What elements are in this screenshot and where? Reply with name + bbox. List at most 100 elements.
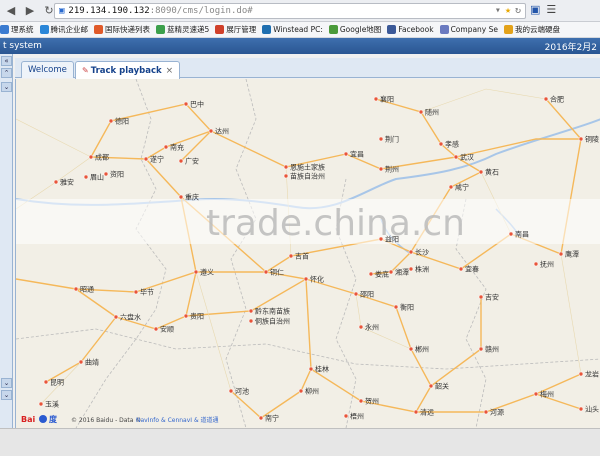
- bookmark-item[interactable]: 蓝精灵速递5: [156, 24, 209, 35]
- bookmark-item[interactable]: Winstead PC:: [262, 25, 323, 34]
- city-marker[interactable]: [418, 109, 424, 115]
- city-marker[interactable]: [133, 289, 139, 295]
- city-marker[interactable]: [483, 409, 489, 415]
- tab-welcome[interactable]: Welcome: [21, 61, 74, 78]
- city-marker[interactable]: [288, 253, 294, 259]
- city-label: 贺州: [365, 397, 379, 406]
- city-marker[interactable]: [283, 173, 289, 179]
- city-marker[interactable]: [478, 169, 484, 175]
- dropdown-icon[interactable]: ▾: [495, 5, 501, 16]
- scroll-up-icon[interactable]: ⌃: [1, 68, 12, 78]
- city-marker[interactable]: [373, 96, 379, 102]
- city-marker[interactable]: [258, 415, 264, 421]
- city-marker[interactable]: [83, 174, 89, 180]
- city-marker[interactable]: [358, 398, 364, 404]
- city-marker[interactable]: [558, 251, 564, 257]
- city-label: 邵阳: [360, 290, 374, 299]
- city-marker[interactable]: [393, 304, 399, 310]
- city-marker[interactable]: [88, 154, 94, 160]
- bookmark-item[interactable]: Company Se: [439, 25, 498, 34]
- city-marker[interactable]: [183, 101, 189, 107]
- map-view[interactable]: 巴中 达州 德阳 南充 成都 遂宁 广安 资阳 眉山 雅安 重庆 恩施土家族 苗族自治州 宜昌 荆门 襄阳 随州…: [15, 79, 600, 428]
- city-marker[interactable]: [413, 409, 419, 415]
- city-marker[interactable]: [358, 324, 364, 330]
- city-marker[interactable]: [408, 266, 414, 272]
- city-label: 柳州: [305, 387, 319, 396]
- bookmark-item[interactable]: 国际快递列表: [94, 24, 150, 35]
- back-icon[interactable]: ◀: [3, 3, 19, 19]
- city-marker[interactable]: [343, 413, 349, 419]
- city-marker[interactable]: [578, 371, 584, 377]
- bookmark-item[interactable]: 我的云端硬盘: [504, 24, 560, 35]
- city-marker[interactable]: [578, 406, 584, 412]
- city-marker[interactable]: [428, 383, 434, 389]
- bookmark-item[interactable]: 展厅管理: [215, 24, 256, 35]
- city-marker[interactable]: [408, 346, 414, 352]
- url-input[interactable]: ▣ 219.134.190.132:8090/cms/login.do# ▾ ★…: [54, 3, 526, 19]
- city-marker[interactable]: [43, 379, 49, 385]
- city-marker[interactable]: [448, 184, 454, 190]
- city-marker[interactable]: [478, 294, 484, 300]
- star-icon[interactable]: ★: [505, 5, 511, 16]
- city-marker[interactable]: [453, 154, 459, 160]
- city-marker[interactable]: [283, 164, 289, 170]
- city-marker[interactable]: [263, 269, 269, 275]
- city-marker[interactable]: [183, 313, 189, 319]
- city-marker[interactable]: [78, 359, 84, 365]
- close-icon[interactable]: ×: [166, 66, 174, 76]
- city-marker[interactable]: [163, 144, 169, 150]
- city-label: 清远: [420, 408, 434, 417]
- bookmark-icon: [0, 25, 9, 34]
- collapse-down-icon-2[interactable]: ⌄: [1, 390, 12, 400]
- refresh-icon[interactable]: ↻: [515, 5, 521, 16]
- city-marker[interactable]: [153, 326, 159, 332]
- expand-panel-icon[interactable]: «: [1, 56, 12, 66]
- city-marker[interactable]: [298, 388, 304, 394]
- city-marker[interactable]: [178, 194, 184, 200]
- city-marker[interactable]: [438, 141, 444, 147]
- settings-icon[interactable]: ☰: [546, 3, 556, 16]
- city-marker[interactable]: [303, 276, 309, 282]
- city-marker[interactable]: [308, 366, 314, 372]
- city-marker[interactable]: [73, 286, 79, 292]
- collapse-down-icon[interactable]: ⌄: [1, 378, 12, 388]
- bookmark-item[interactable]: Facebook: [387, 25, 434, 34]
- bookmark-item[interactable]: 腾讯企业邮: [39, 24, 88, 35]
- city-marker[interactable]: [108, 118, 114, 124]
- bookmark-item[interactable]: Google地图: [328, 24, 381, 35]
- bookmark-item[interactable]: 理系统: [0, 24, 34, 35]
- city-marker[interactable]: [378, 136, 384, 142]
- city-marker[interactable]: [228, 388, 234, 394]
- city-marker[interactable]: [478, 346, 484, 352]
- city-label: 河源: [490, 408, 504, 417]
- city-marker[interactable]: [143, 156, 149, 162]
- city-marker[interactable]: [368, 271, 374, 277]
- city-marker[interactable]: [353, 291, 359, 297]
- city-marker[interactable]: [113, 314, 119, 320]
- city-marker[interactable]: [533, 391, 539, 397]
- tab-track-playback[interactable]: ✎ Track playback ×: [75, 61, 181, 79]
- city-marker[interactable]: [578, 136, 584, 142]
- city-marker[interactable]: [378, 166, 384, 172]
- city-marker[interactable]: [193, 269, 199, 275]
- city-marker[interactable]: [388, 269, 394, 275]
- forward-icon[interactable]: ▶: [22, 3, 38, 19]
- city-marker[interactable]: [208, 128, 214, 134]
- map-canvas[interactable]: 巴中达州 德阳南充成都 遂宁 广安资阳眉山雅安重庆 恩施土家族苗族自治州 宜昌 荆门 襄阳随州…: [16, 79, 600, 428]
- city-marker[interactable]: [408, 249, 414, 255]
- city-marker[interactable]: [53, 179, 59, 185]
- city-marker[interactable]: [248, 318, 254, 324]
- city-marker[interactable]: [38, 401, 44, 407]
- scroll-down-icon[interactable]: ⌄: [1, 82, 12, 92]
- city-marker[interactable]: [533, 261, 539, 267]
- city-marker[interactable]: [543, 96, 549, 102]
- city-marker[interactable]: [248, 308, 254, 314]
- city-marker[interactable]: [508, 231, 514, 237]
- map-copyright-links[interactable]: NavInfo & CennavI & 道道通: [136, 416, 219, 424]
- app-title: t system: [3, 41, 42, 51]
- city-marker[interactable]: [178, 158, 184, 164]
- city-marker[interactable]: [103, 171, 109, 177]
- user-icon[interactable]: ▣: [530, 3, 540, 16]
- city-marker[interactable]: [458, 266, 464, 272]
- city-marker[interactable]: [343, 151, 349, 157]
